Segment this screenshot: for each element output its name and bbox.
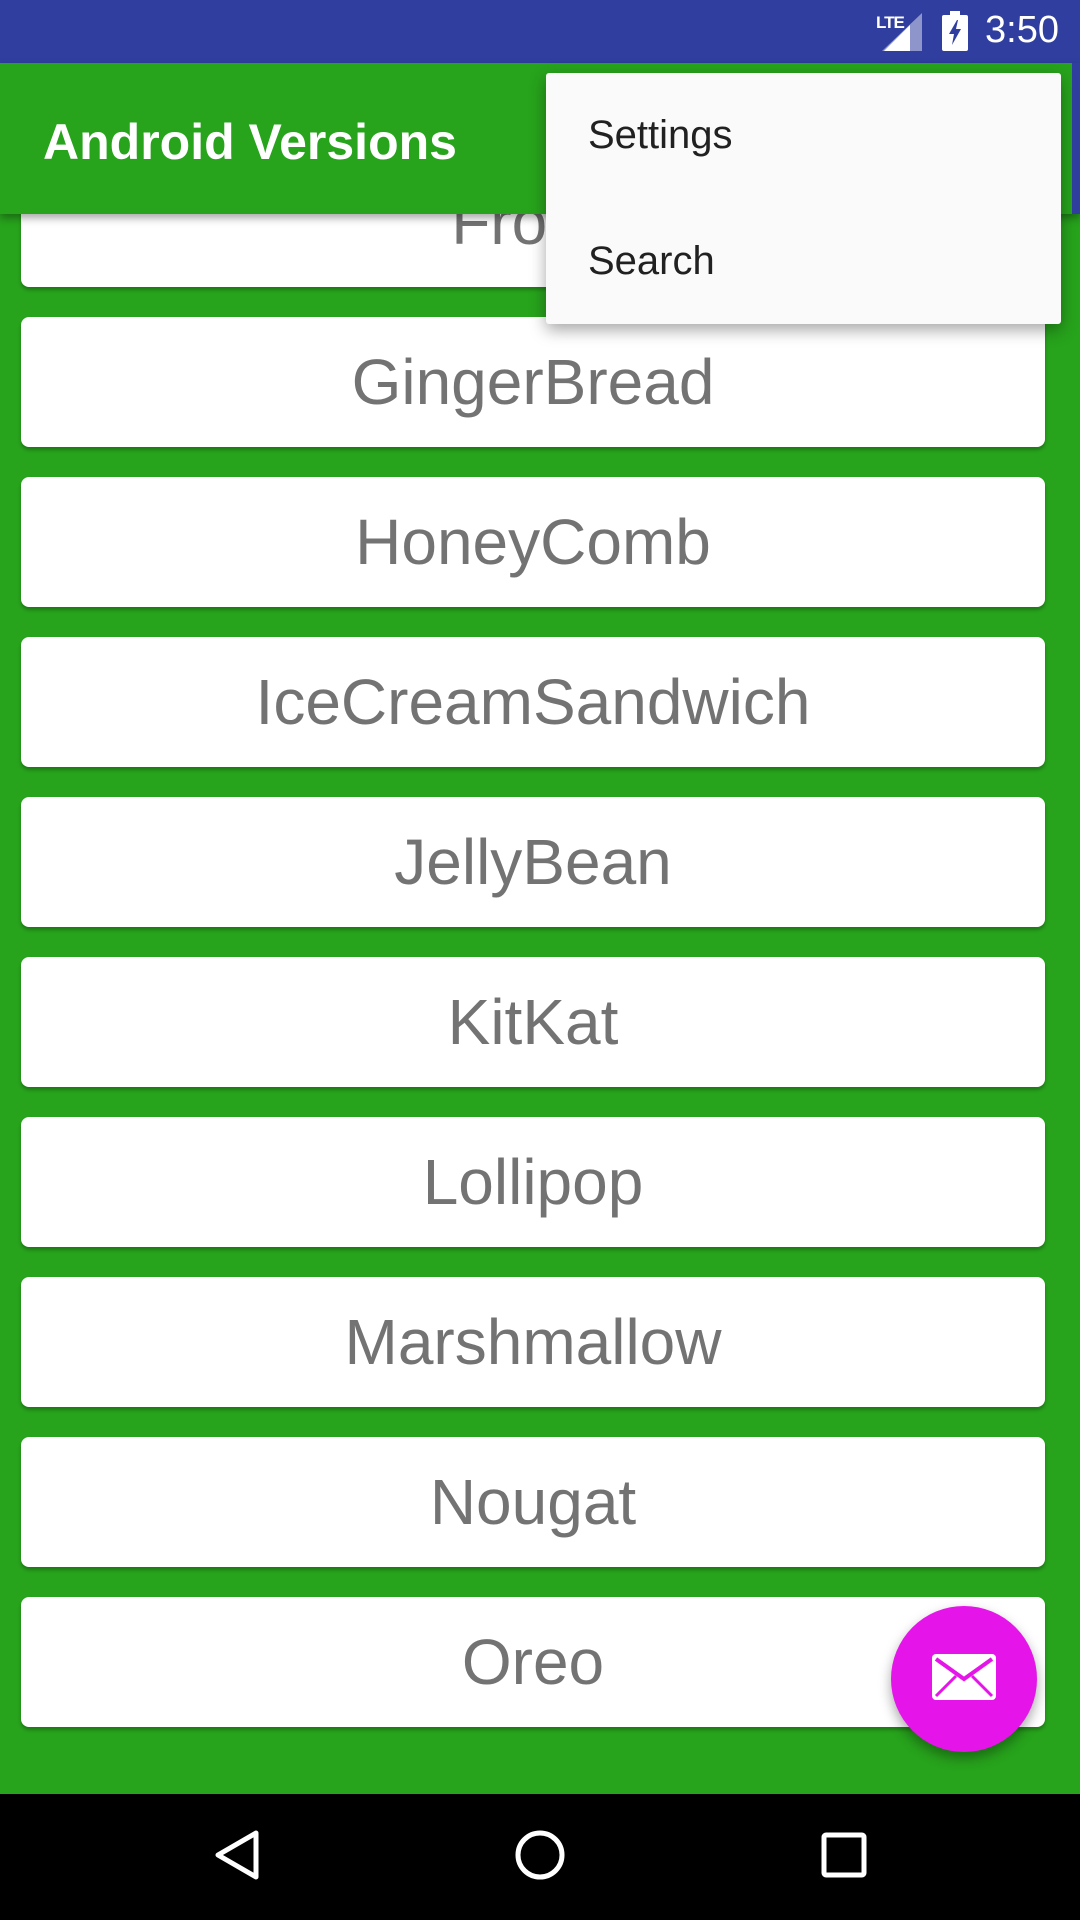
signal-icon: [882, 13, 922, 56]
list-item-label: Marshmallow: [344, 1306, 722, 1378]
recents-button[interactable]: [774, 1794, 914, 1920]
home-icon: [514, 1829, 566, 1886]
menu-item-label: Search: [588, 238, 715, 283]
menu-item-label: Settings: [588, 113, 733, 157]
version-list-container[interactable]: Froyo GingerBread HoneyComb IceCreamSand…: [0, 214, 1080, 1794]
list-item-label: IceCreamSandwich: [255, 666, 811, 738]
home-button[interactable]: [470, 1794, 610, 1920]
list-item-honeycomb[interactable]: HoneyComb: [21, 477, 1045, 607]
recents-icon: [821, 1832, 867, 1883]
version-list: Froyo GingerBread HoneyComb IceCreamSand…: [0, 214, 1080, 1757]
back-button[interactable]: [167, 1794, 307, 1920]
list-item-label: KitKat: [447, 986, 619, 1058]
app-bar-edge: [1072, 63, 1080, 214]
back-icon: [214, 1829, 260, 1886]
list-item-label: Oreo: [461, 1626, 605, 1698]
list-item-oreo[interactable]: Oreo: [21, 1597, 1045, 1727]
list-item-label: GingerBread: [351, 346, 715, 418]
list-item-icecreamsandwich[interactable]: IceCreamSandwich: [21, 637, 1045, 767]
email-icon: [932, 1653, 996, 1705]
list-item-label: JellyBean: [394, 826, 672, 898]
overflow-menu: Settings Search: [546, 73, 1061, 324]
app-title: Android Versions: [43, 114, 457, 170]
navigation-bar: [0, 1794, 1080, 1920]
list-item-gingerbread[interactable]: GingerBread: [21, 317, 1045, 447]
list-item-kitkat[interactable]: KitKat: [21, 957, 1045, 1087]
list-item-jellybean[interactable]: JellyBean: [21, 797, 1045, 927]
screen: LTE 3:50 Android Versions Froyo GingerBr…: [0, 0, 1080, 1920]
list-item-lollipop[interactable]: Lollipop: [21, 1117, 1045, 1247]
email-fab-button[interactable]: [891, 1606, 1037, 1752]
menu-item-search[interactable]: Search: [546, 198, 1061, 324]
list-item-label: HoneyComb: [355, 506, 711, 578]
list-item-marshmallow[interactable]: Marshmallow: [21, 1277, 1045, 1407]
list-item-label: Nougat: [429, 1466, 637, 1538]
list-item-label: Lollipop: [422, 1146, 644, 1218]
menu-item-settings[interactable]: Settings: [546, 73, 1061, 198]
clock: 3:50: [985, 9, 1059, 51]
status-bar: LTE 3:50: [0, 0, 1080, 63]
list-item-nougat[interactable]: Nougat: [21, 1437, 1045, 1567]
battery-charging-icon: [942, 11, 968, 56]
